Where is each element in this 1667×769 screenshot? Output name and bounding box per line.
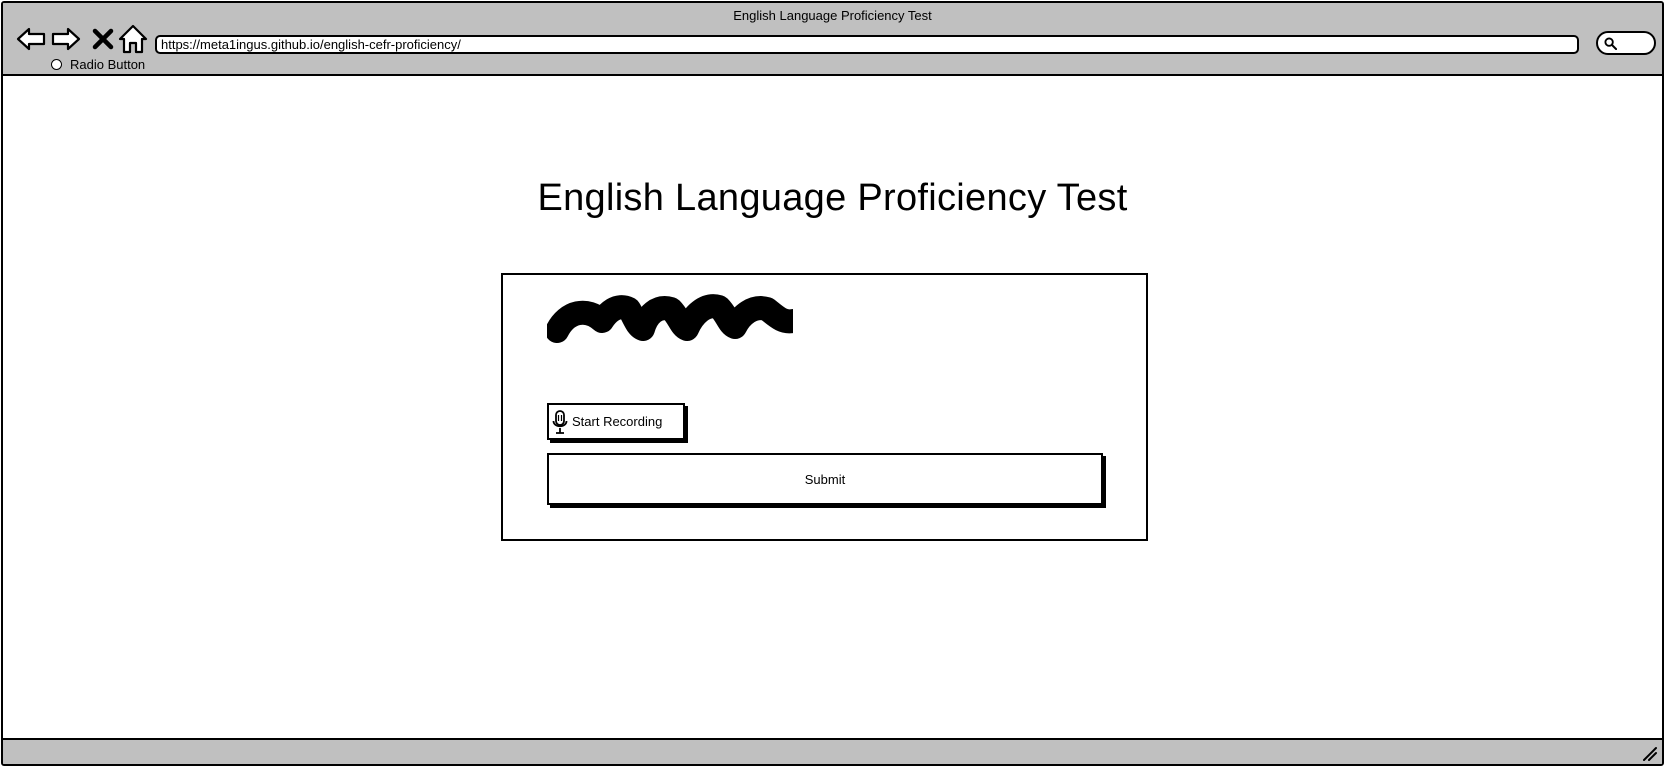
close-icon[interactable] <box>87 23 119 55</box>
submit-button[interactable]: Submit <box>547 453 1103 505</box>
scribble-placeholder-icon <box>547 294 793 343</box>
address-bar[interactable]: https://meta1ingus.github.io/english-cef… <box>155 35 1579 54</box>
radio-button[interactable]: Radio Button <box>51 56 145 72</box>
submit-label: Submit <box>804 471 846 487</box>
status-bar <box>3 738 1662 764</box>
url-text: https://meta1ingus.github.io/english-cef… <box>161 37 461 52</box>
microphone-icon <box>552 409 568 434</box>
page-title: English Language Proficiency Test <box>537 177 1128 219</box>
search-button[interactable] <box>1596 31 1656 55</box>
browser-window: English Language Proficiency Test https:… <box>1 1 1664 766</box>
start-recording-button[interactable]: Start Recording <box>547 403 685 440</box>
forward-arrow-icon[interactable] <box>50 23 82 55</box>
home-icon[interactable] <box>117 23 149 55</box>
test-card: Start Recording Submit <box>501 273 1148 541</box>
radio-label: Radio Button <box>70 56 146 72</box>
radio-circle-icon <box>51 58 62 70</box>
back-arrow-icon[interactable] <box>15 23 47 55</box>
resize-grip-icon[interactable] <box>1640 744 1658 762</box>
search-icon <box>1604 37 1617 50</box>
browser-toolbar: English Language Proficiency Test https:… <box>3 3 1662 76</box>
window-title: English Language Proficiency Test <box>733 8 932 23</box>
start-recording-label: Start Recording <box>572 414 663 429</box>
